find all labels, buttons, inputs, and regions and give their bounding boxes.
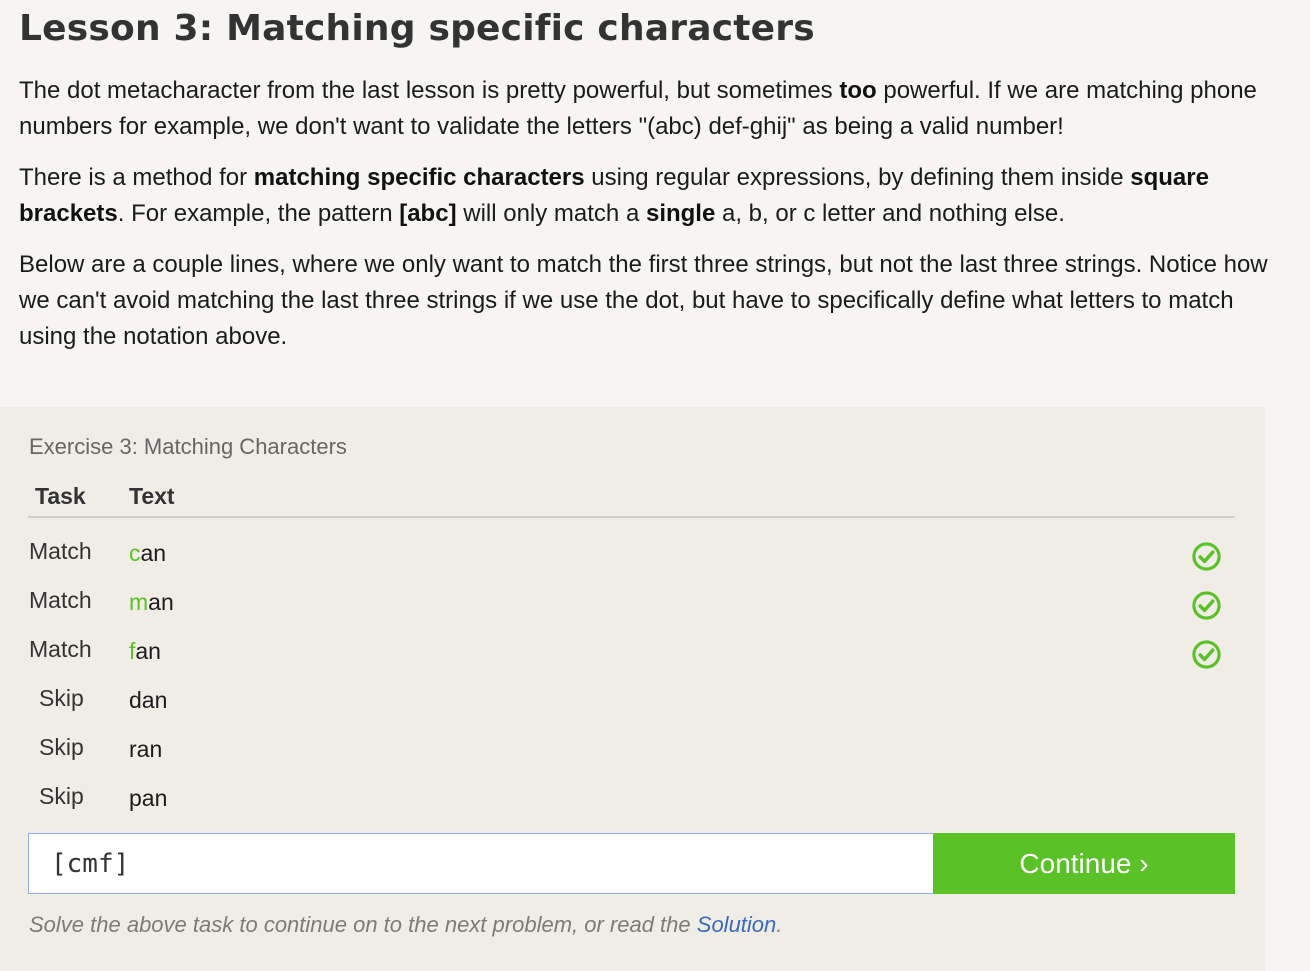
check-circle-icon [1192, 640, 1221, 669]
hint-suffix: . [776, 912, 783, 937]
remaining-characters: an [148, 589, 174, 615]
matched-characters: m [129, 589, 149, 615]
exercise-title: Exercise 3: Matching Characters [29, 434, 347, 459]
row-text: fan [129, 638, 161, 665]
table-row: Skip ran [28, 720, 1235, 769]
table-body: Match can Match man Match fan Skip dan Skip ran Sk… [28, 524, 1235, 818]
hint-prefix: Solve the above task to continue on to t… [29, 912, 697, 937]
row-task: Skip [39, 783, 84, 809]
p1-bold: too [839, 77, 877, 104]
row-text: man [129, 589, 174, 616]
lesson-page: Lesson 3: Matching specific characters T… [0, 0, 1310, 971]
table-row: Skip pan [28, 769, 1235, 818]
remaining-characters: ran [129, 736, 163, 762]
lesson-paragraph-2: There is a method for matching specific … [19, 160, 1269, 232]
p2-text: using regular expressions, by defining t… [584, 164, 1131, 191]
remaining-characters: pan [129, 785, 168, 811]
table-row: Skip dan [28, 671, 1235, 720]
row-text: can [129, 540, 166, 567]
row-text: ran [129, 736, 162, 763]
lesson-content: Lesson 3: Matching specific characters T… [19, 0, 1269, 355]
table-row: Match fan [28, 622, 1235, 671]
remaining-characters: dan [129, 687, 168, 713]
check-circle-icon [1192, 542, 1221, 571]
table-row: Match can [28, 524, 1235, 573]
lesson-paragraph-1: The dot metacharacter from the last less… [19, 73, 1269, 145]
solution-link[interactable]: Solution [697, 912, 777, 937]
row-task: Skip [39, 734, 84, 760]
p2-bold: [abc] [399, 200, 457, 227]
header-task: Task [35, 483, 86, 509]
table-row: Match man [28, 573, 1235, 622]
p2-bold: single [645, 200, 716, 227]
exercise-table: Task Text Match can Match man Match fan Skip da… [28, 475, 1235, 818]
row-text: pan [129, 785, 167, 812]
check-circle-icon [1192, 591, 1221, 620]
lesson-title: Lesson 3: Matching specific characters [19, 8, 815, 49]
p2-bold: matching specific characters [253, 164, 585, 191]
regex-input[interactable] [28, 833, 934, 894]
header-text: Text [129, 483, 175, 509]
row-task: Skip [39, 685, 84, 711]
matched-characters: c [129, 540, 141, 566]
remaining-characters: an [140, 540, 167, 566]
hint-text: Solve the above task to continue on to t… [29, 912, 782, 938]
answer-row: Continue › [28, 833, 1235, 894]
row-task: Match [29, 636, 92, 662]
p2-text: There is a method for [19, 164, 254, 191]
row-task: Match [29, 587, 92, 613]
p2-text: will only match a [456, 200, 646, 227]
row-text: dan [129, 687, 167, 714]
lesson-paragraph-3: Below are a couple lines, where we only … [19, 251, 1268, 350]
continue-button[interactable]: Continue › [933, 833, 1235, 894]
p2-text: a, b, or c letter and nothing else. [715, 200, 1065, 227]
table-header: Task Text [28, 475, 1235, 518]
row-task: Match [29, 538, 92, 564]
remaining-characters: an [135, 638, 161, 664]
p2-text: . For example, the pattern [117, 200, 400, 227]
p1-text: The dot metacharacter from the last less… [19, 77, 840, 104]
